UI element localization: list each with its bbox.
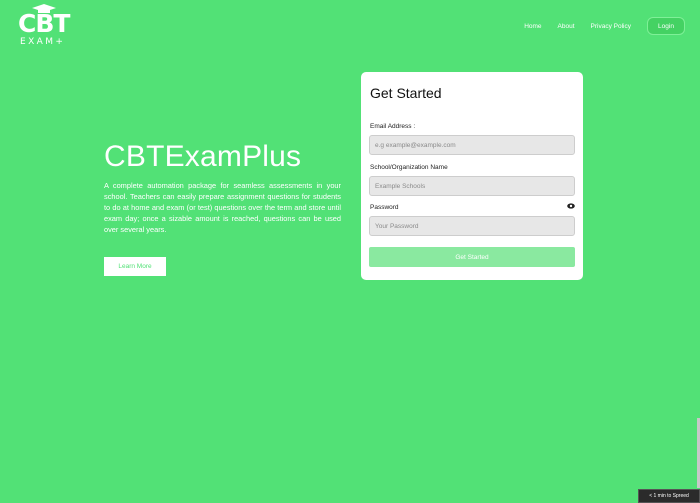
hero-title: CBTExamPlus (104, 140, 302, 173)
login-button[interactable]: Login (647, 17, 685, 35)
spreed-widget[interactable]: < 1 min to Spreed (638, 489, 700, 503)
form-title: Get Started (370, 85, 442, 101)
email-label: Email Address : (370, 123, 416, 130)
show-password-icon[interactable] (567, 203, 575, 209)
get-started-button[interactable]: Get Started (369, 247, 575, 267)
get-started-form: Get Started Email Address : e.g example@… (361, 72, 583, 280)
logo-text: CBT (18, 9, 70, 38)
page: CBT EXAM+ Home About Privacy Policy Logi… (0, 0, 700, 503)
nav-about-link[interactable]: About (558, 23, 575, 30)
school-input[interactable]: Example Schools (369, 176, 575, 196)
hero-description: A complete automation package for seamle… (104, 181, 341, 234)
email-input[interactable]: e.g example@example.com (369, 135, 575, 155)
top-nav: Home About Privacy Policy Login (524, 17, 685, 35)
learn-more-button[interactable]: Learn More (104, 257, 166, 276)
nav-home-link[interactable]: Home (524, 23, 541, 30)
password-input[interactable]: Your Password (369, 216, 575, 236)
logo[interactable]: CBT EXAM+ (18, 4, 70, 48)
nav-privacy-link[interactable]: Privacy Policy (591, 23, 631, 30)
school-label: School/Organization Name (370, 164, 448, 171)
logo-subtext: EXAM+ (20, 37, 66, 47)
password-label: Password (370, 204, 399, 211)
